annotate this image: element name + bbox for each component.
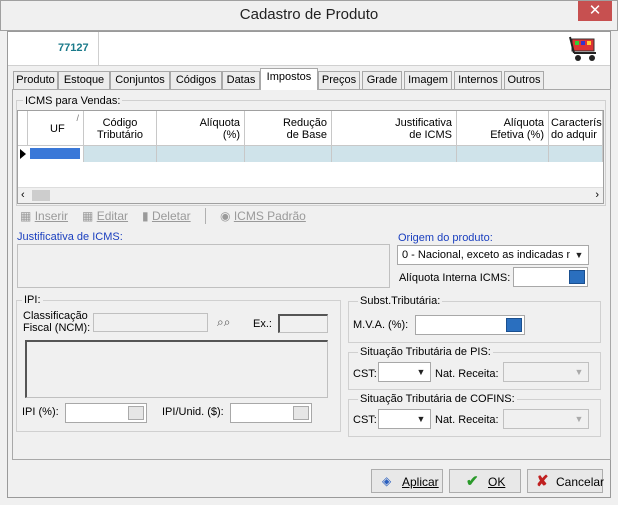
calculator-icon[interactable] <box>506 318 522 332</box>
chevron-down-icon: ▼ <box>416 414 426 424</box>
x-icon: ✘ <box>536 473 549 490</box>
pis-group-title: Situação Tributária de PIS: <box>358 346 493 358</box>
row-indicator-icon <box>18 146 28 162</box>
calculator-icon[interactable] <box>569 270 585 284</box>
icms-group-title: ICMS para Vendas: <box>23 95 123 107</box>
icms-default-icon: ◉ <box>220 209 231 223</box>
header-separator <box>98 32 99 66</box>
ex-input[interactable] <box>278 314 328 333</box>
cofins-group-title: Situação Tributária de COFINS: <box>358 393 517 405</box>
classificacao-label: Classificação Fiscal (NCM): <box>23 310 91 334</box>
insert-icon: ▦ <box>20 209 32 223</box>
deletar-button[interactable]: ▮ Deletar <box>142 209 191 223</box>
origem-label: Origem do produto: <box>398 232 493 244</box>
tab-impostos[interactable]: Impostos <box>260 68 318 90</box>
chevron-down-icon: ▼ <box>574 250 584 260</box>
close-button[interactable]: ✕ <box>578 1 612 21</box>
col-header-aliquota-efetiva[interactable]: Alíquota Efetiva (%) <box>457 111 549 146</box>
checkmark-icon: ✔ <box>466 473 479 490</box>
scroll-left-icon[interactable]: ‹ <box>21 189 25 201</box>
grid-cell-uf[interactable] <box>28 146 84 162</box>
cofins-cst-select[interactable]: ▼ <box>378 409 431 429</box>
ex-label: Ex.: <box>253 318 272 330</box>
close-icon: ✕ <box>588 2 602 19</box>
col-header-reducao-base[interactable]: Redução de Base <box>245 111 332 146</box>
ok-button[interactable]: ✔ OK <box>449 469 521 493</box>
st-group-title: Subst.Tributária: <box>358 295 443 307</box>
grid-row-indicator-header <box>18 111 28 146</box>
ipi-unid-input[interactable] <box>230 403 312 423</box>
grid-cell-caracteristica[interactable] <box>549 146 603 162</box>
tab-grade[interactable]: Grade <box>362 71 402 89</box>
sort-indicator-icon: / <box>76 113 79 123</box>
ipi-pct-input[interactable] <box>65 403 147 423</box>
ncm-input[interactable] <box>93 313 208 332</box>
grid-cell-reducao[interactable] <box>245 146 332 162</box>
product-code: 77127 <box>58 42 89 54</box>
chevron-down-icon: ▼ <box>574 367 584 377</box>
aliquota-interna-input[interactable] <box>513 267 588 287</box>
grid-cell-justificativa[interactable] <box>332 146 457 162</box>
tab-datas[interactable]: Datas <box>222 71 260 89</box>
tab-outros[interactable]: Outros <box>504 71 544 89</box>
pis-nat-select[interactable]: ▼ <box>503 362 589 382</box>
aplicar-button[interactable]: ◈ Aplicar <box>371 469 443 493</box>
col-header-justificativa[interactable]: Justificativa de ICMS <box>332 111 457 146</box>
calculator-icon[interactable] <box>293 406 309 420</box>
pis-nat-label: Nat. Receita: <box>435 368 499 380</box>
mva-input[interactable] <box>415 315 525 335</box>
col-header-codigo-tributario[interactable]: Código Tributário <box>84 111 157 146</box>
ipi-unid-label: IPI/Unid. ($): <box>162 406 224 418</box>
col-header-uf[interactable]: UF / <box>28 111 84 146</box>
col-header-aliquota[interactable]: Alíquota (%) <box>157 111 245 146</box>
grid-cell-aliquota[interactable] <box>157 146 245 162</box>
icms-padrao-button[interactable]: ◉ ICMS Padrão <box>220 209 306 223</box>
calculator-icon[interactable] <box>128 406 144 420</box>
tab-conjuntos[interactable]: Conjuntos <box>110 71 170 89</box>
scroll-thumb[interactable] <box>32 190 50 201</box>
tab-estoque[interactable]: Estoque <box>58 71 110 89</box>
toolbar-separator <box>205 208 206 224</box>
tab-precos[interactable]: Preços <box>318 71 360 89</box>
tab-codigos[interactable]: Códigos <box>170 71 222 89</box>
editar-button[interactable]: ▦ Editar <box>82 209 128 223</box>
cofins-nat-label: Nat. Receita: <box>435 414 499 426</box>
mva-label: M.V.A. (%): <box>353 319 409 331</box>
ipi-group-title: IPI: <box>22 294 43 306</box>
inserir-button[interactable]: ▦ Inserir <box>20 209 68 223</box>
cancelar-button[interactable]: ✘ Cancelar <box>527 469 604 493</box>
tab-internos[interactable]: Internos <box>454 71 502 89</box>
shopping-cart-icon <box>569 36 596 61</box>
tab-produto[interactable]: Produto <box>13 71 58 89</box>
grid-cell-efetiva[interactable] <box>457 146 549 162</box>
window-title: Cadastro de Produto <box>239 6 379 23</box>
chevron-down-icon: ▼ <box>574 414 584 424</box>
col-header-caracteristica[interactable]: Caracterís do adquir <box>549 111 603 146</box>
edit-icon: ▦ <box>82 209 94 223</box>
scroll-right-icon[interactable]: › <box>595 189 599 201</box>
origem-select[interactable]: 0 - Nacional, exceto as indicadas na ▼ <box>397 245 589 265</box>
pis-cst-select[interactable]: ▼ <box>378 362 431 382</box>
aliquota-interna-label: Alíquota Interna ICMS: <box>399 272 511 284</box>
pis-cst-label: CST: <box>353 368 377 380</box>
ncm-description-box <box>25 340 328 398</box>
trash-icon: ▮ <box>142 209 149 223</box>
horizontal-scrollbar[interactable]: ‹ › <box>18 187 603 203</box>
justificativa-label: Justificativa de ICMS: <box>17 231 123 243</box>
justificativa-textarea[interactable] <box>17 244 390 288</box>
ipi-pct-label: IPI (%): <box>22 406 59 418</box>
apply-icon: ◈ <box>382 474 392 488</box>
tab-imagem[interactable]: Imagem <box>404 71 452 89</box>
chevron-down-icon: ▼ <box>416 367 426 377</box>
binoculars-icon[interactable]: ⌕⌕ <box>217 315 230 330</box>
cofins-nat-select[interactable]: ▼ <box>503 409 589 429</box>
grid-cell-codigo[interactable] <box>84 146 157 162</box>
cofins-cst-label: CST: <box>353 414 377 426</box>
